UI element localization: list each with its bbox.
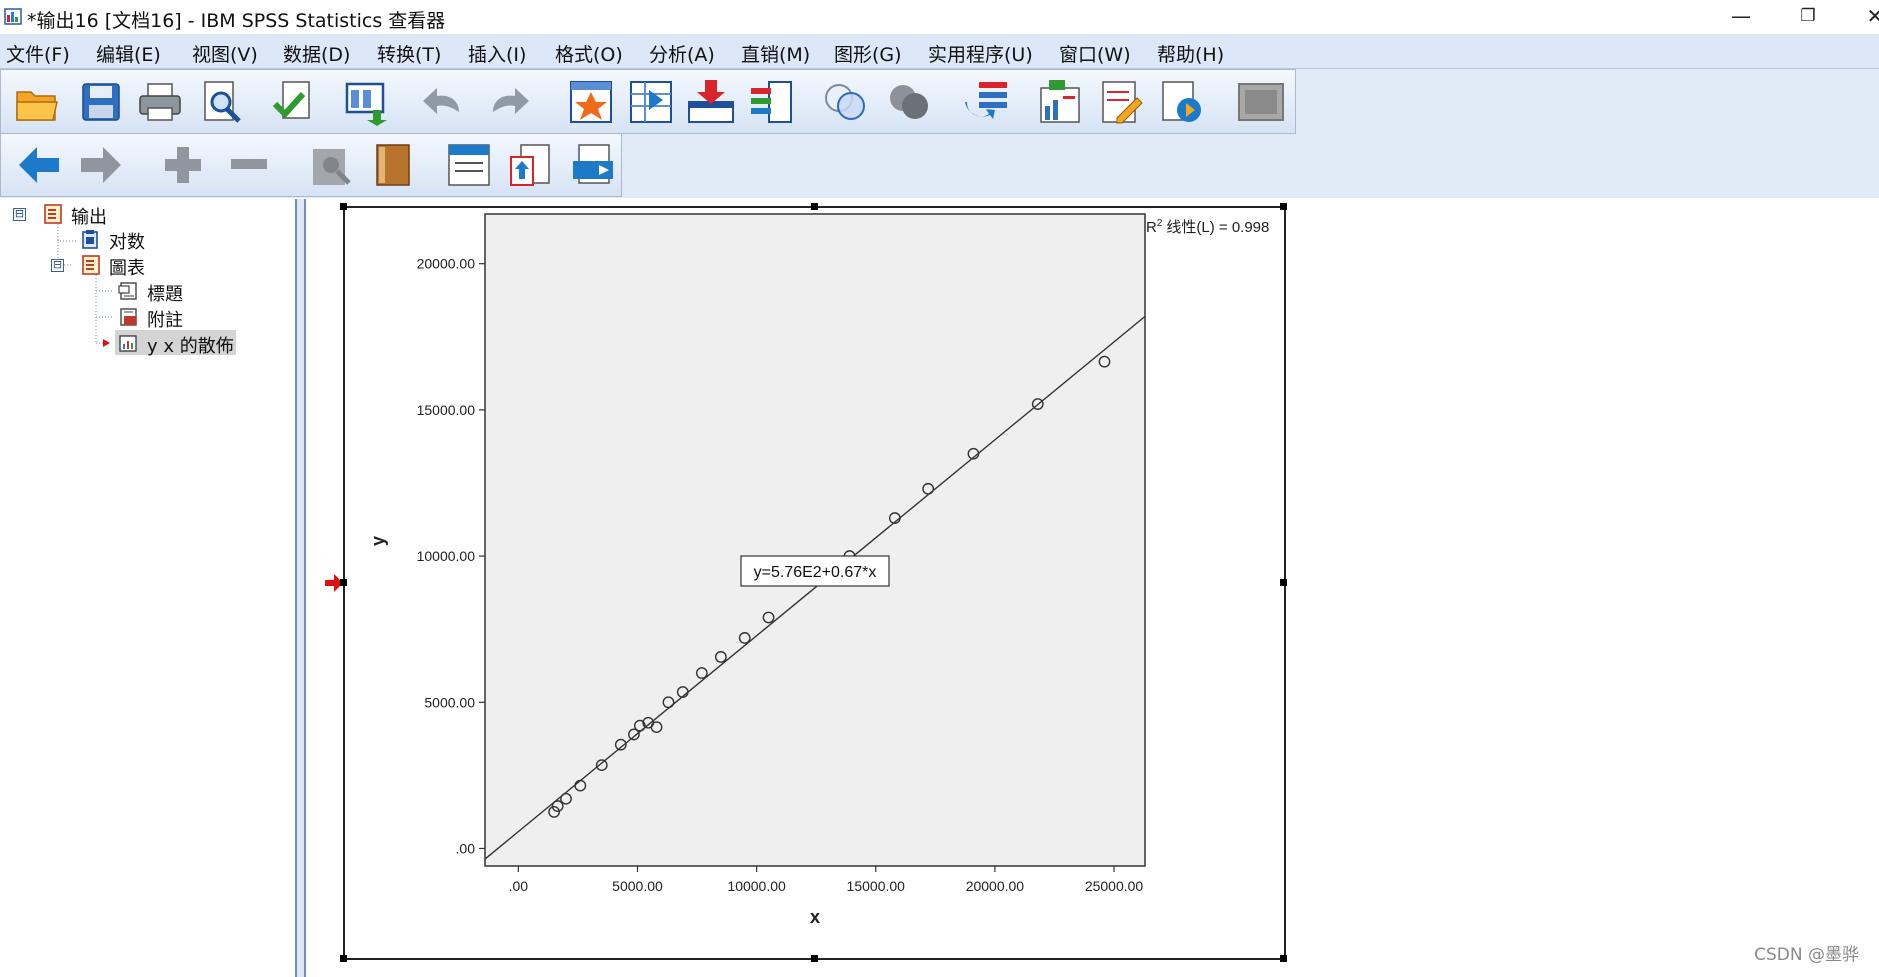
promote-icon[interactable]	[507, 141, 555, 189]
chart-folder-icon	[82, 255, 100, 275]
scatter-chart: .00 5000.00 10000.00 15000.00 20000.00 25000.…	[368, 213, 1269, 927]
x-tick-label: 20000.00	[966, 878, 1025, 894]
scatter-icon	[119, 335, 137, 352]
menu-view[interactable]: 视图(V)	[192, 40, 258, 67]
goto-case-icon[interactable]	[567, 78, 615, 126]
y-tick-label: 15000.00	[417, 402, 476, 418]
forward-icon[interactable]	[77, 141, 125, 189]
back-icon[interactable]	[15, 141, 63, 189]
collapse-icon[interactable]	[225, 141, 273, 189]
venn-icon[interactable]	[821, 78, 869, 126]
pane-splitter[interactable]	[295, 199, 306, 977]
designate-window-icon[interactable]	[445, 141, 493, 189]
legend: R2 线性(L) = 0.998	[1146, 218, 1269, 236]
fit-equation-label[interactable]: y=5.76E2+0.67*x	[740, 555, 890, 587]
tree-item-notes[interactable]: 附註	[147, 306, 183, 332]
tree-item-log[interactable]: 对数	[109, 228, 145, 254]
title-icon	[118, 282, 137, 300]
menu-file[interactable]: 文件(F)	[6, 40, 70, 67]
restore-button[interactable]: ❐	[1783, 0, 1833, 34]
log-icon	[82, 230, 98, 249]
dark-venn-icon[interactable]	[885, 78, 933, 126]
menu-transform[interactable]: 转换(T)	[377, 40, 441, 67]
minimize-button[interactable]: —	[1716, 0, 1766, 34]
x-tick-label: 5000.00	[612, 878, 663, 894]
menu-data[interactable]: 数据(D)	[283, 40, 350, 67]
outline-pane: ⊟ 输出 对数 ⊟ 圖表 標題 附註 y x 的散佈	[0, 199, 295, 977]
tree-item-charts[interactable]: 圖表	[109, 254, 145, 280]
x-tick-label: 10000.00	[727, 878, 786, 894]
print-preview-icon[interactable]	[197, 78, 245, 126]
expand-icon[interactable]	[159, 141, 207, 189]
spss-app-icon[interactable]	[4, 6, 24, 26]
save-icon[interactable]	[77, 78, 125, 126]
insert-cases-icon[interactable]	[687, 78, 735, 126]
x-axis-label: x	[810, 907, 820, 927]
legend-r2-label: R	[1146, 219, 1157, 236]
navigation-toolbar	[0, 133, 622, 197]
expand-chart-folder-toggle[interactable]: ⊟	[51, 259, 64, 272]
window-title: *输出16 [文档16] - IBM SPSS Statistics 查看器	[27, 10, 446, 32]
open-icon[interactable]	[13, 78, 61, 126]
legend-r2-sup: 2	[1157, 218, 1163, 229]
y-tick-label: 20000.00	[417, 256, 476, 272]
menu-analyze[interactable]: 分析(A)	[649, 40, 715, 67]
insert-chart-icon[interactable]	[1035, 78, 1083, 126]
y-axis-label: y	[368, 536, 388, 546]
undo-icon[interactable]	[419, 78, 467, 126]
x-tick-label: 15000.00	[847, 878, 906, 894]
legend-text: 线性(L) = 0.998	[1166, 219, 1269, 236]
fit-equation-text: y=5.76E2+0.67*x	[754, 564, 877, 581]
watermark: CSDN @墨骅	[1754, 945, 1859, 965]
tree-item-output[interactable]: 输出	[71, 203, 107, 229]
tree-item-scatter[interactable]: y x 的散佈	[147, 332, 234, 358]
run-icon[interactable]	[1157, 78, 1205, 126]
variables-icon[interactable]	[747, 78, 795, 126]
menu-direct-marketing[interactable]: 直销(M)	[741, 40, 810, 67]
menu-utilities[interactable]: 实用程序(U)	[928, 40, 1033, 67]
notes-icon	[120, 308, 137, 326]
main-toolbar	[0, 69, 1296, 134]
select-cases-icon[interactable]	[963, 78, 1011, 126]
plot-area	[484, 213, 1146, 867]
edit-text-icon[interactable]	[1097, 78, 1145, 126]
close-button[interactable]: ✕	[1850, 0, 1879, 34]
recall-dialog-icon[interactable]	[343, 78, 391, 126]
title-bar: *输出16 [文档16] - IBM SPSS Statistics 查看器 —…	[0, 0, 1879, 34]
redo-icon[interactable]	[485, 78, 533, 126]
menu-window[interactable]: 窗口(W)	[1059, 40, 1131, 67]
menu-graphs[interactable]: 图形(G)	[834, 40, 902, 67]
book-icon[interactable]	[369, 141, 417, 189]
y-tick-label: 5000.00	[424, 694, 475, 710]
y-tick-label: .00	[456, 840, 476, 856]
menu-help[interactable]: 帮助(H)	[1157, 40, 1224, 67]
tree-item-title[interactable]: 標題	[147, 280, 183, 306]
svg-text:R2线性(L) = 0.998: R2 线性(L) = 0.998	[1146, 218, 1269, 236]
menu-insert[interactable]: 插入(I)	[468, 40, 526, 67]
export-icon[interactable]	[269, 78, 317, 126]
goto-variable-icon[interactable]	[627, 78, 675, 126]
toolbar-area	[0, 69, 1879, 268]
x-tick-label: .00	[509, 878, 529, 894]
print-icon[interactable]	[136, 78, 184, 126]
show-icon[interactable]	[307, 141, 355, 189]
output-icon	[44, 204, 62, 224]
frame-icon[interactable]	[1237, 78, 1285, 126]
menu-edit[interactable]: 编辑(E)	[96, 40, 161, 67]
x-tick-label: 25000.00	[1085, 878, 1144, 894]
demote-icon[interactable]	[569, 141, 617, 189]
menu-format[interactable]: 格式(O)	[555, 40, 623, 67]
selection-arrow-icon	[103, 339, 110, 347]
expand-output-toggle[interactable]: ⊟	[13, 208, 26, 221]
y-tick-label: 10000.00	[417, 548, 476, 564]
menu-bar: 文件(F) 编辑(E) 视图(V) 数据(D) 转换(T) 插入(I) 格式(O…	[0, 34, 1879, 69]
